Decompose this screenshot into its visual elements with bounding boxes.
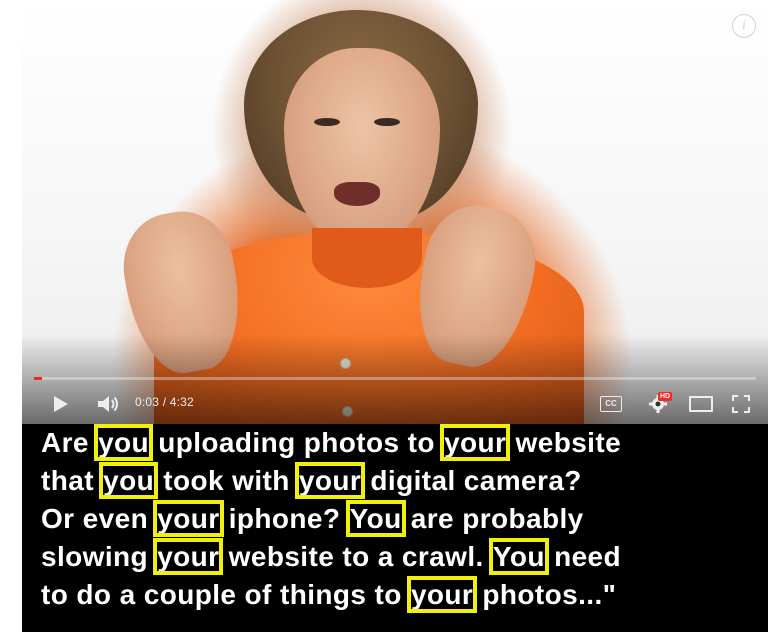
highlighted-word: you — [94, 424, 154, 461]
time-separator: / — [159, 395, 170, 409]
caption-text: Or even — [41, 503, 157, 534]
presenter-shirt-collar — [312, 228, 422, 288]
caption-panel: Are you uploading photos to your website… — [22, 424, 768, 632]
caption-text: uploading photos to — [150, 427, 444, 458]
highlighted-word: your — [440, 424, 511, 461]
theater-mode-icon — [689, 396, 713, 412]
presenter-right-eye — [374, 118, 400, 126]
settings-button[interactable]: HD — [644, 392, 673, 416]
caption-text: to do a couple of things to — [41, 579, 410, 610]
caption-text: took with — [155, 465, 298, 496]
theater-mode-button[interactable] — [686, 392, 716, 416]
current-time: 0:03 — [135, 395, 160, 409]
caption-line: slowing your website to a crawl. You nee… — [41, 538, 622, 576]
fullscreen-button[interactable] — [728, 392, 754, 416]
highlighted-word: you — [99, 462, 159, 499]
caption-text: website to a crawl. — [220, 541, 492, 572]
caption-text: digital camera? — [362, 465, 582, 496]
hd-badge: HD — [658, 392, 673, 401]
highlighted-word: your — [153, 500, 224, 537]
caption-text: are probably — [402, 503, 584, 534]
volume-button[interactable] — [96, 392, 122, 416]
subtitles-button[interactable]: CC — [598, 392, 624, 416]
caption-text: that — [41, 465, 103, 496]
caption-line: Or even your iphone? You are probably — [41, 500, 584, 538]
subtitles-icon: CC — [600, 396, 622, 412]
highlighted-word: your — [294, 462, 366, 499]
info-icon[interactable]: i — [732, 14, 756, 38]
presenter-mouth — [334, 182, 380, 206]
highlighted-word: your — [153, 538, 224, 575]
progress-bar-played — [34, 377, 42, 380]
caption-text: photos..." — [474, 579, 617, 610]
presenter-face — [284, 48, 440, 248]
highlighted-word: your — [406, 576, 478, 613]
caption-line: that you took with your digital camera? — [41, 462, 582, 500]
fullscreen-icon — [732, 395, 750, 413]
video-player[interactable]: i 0:03 / 4:32 CC HD — [22, 0, 768, 424]
caption-text: website — [507, 427, 622, 458]
caption-text: iphone? — [220, 503, 349, 534]
time-display: 0:03 / 4:32 — [135, 395, 194, 409]
play-button[interactable] — [50, 392, 72, 416]
presenter-left-eye — [314, 118, 340, 126]
caption-line: to do a couple of things to your photos.… — [41, 576, 617, 614]
caption-text: need — [545, 541, 622, 572]
caption-text: Are — [41, 427, 98, 458]
highlighted-word: You — [488, 538, 549, 575]
caption-line: Are you uploading photos to your website — [41, 424, 622, 462]
caption-text: slowing — [41, 541, 157, 572]
volume-icon — [98, 396, 118, 412]
play-icon — [54, 396, 68, 412]
highlighted-word: You — [345, 500, 406, 537]
progress-bar[interactable] — [34, 377, 756, 380]
duration: 4:32 — [169, 395, 194, 409]
